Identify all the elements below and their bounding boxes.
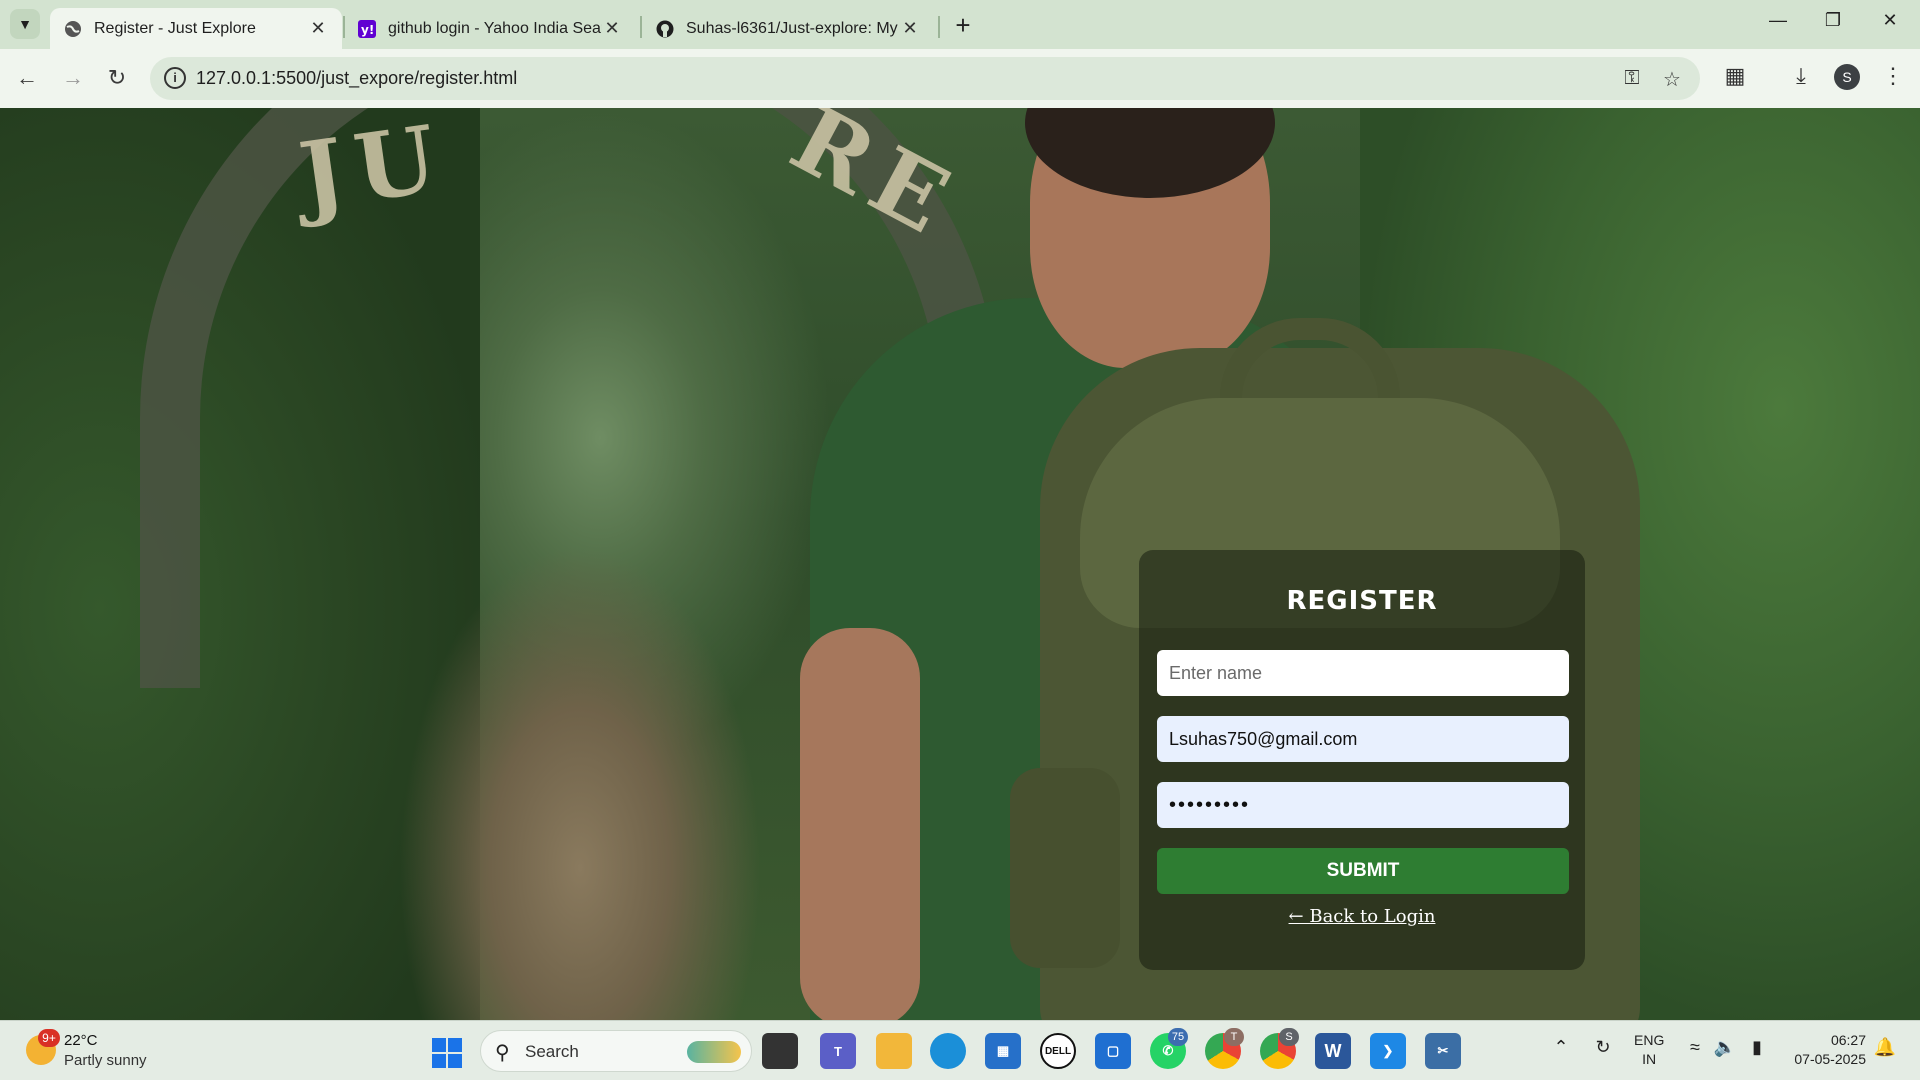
snip-icon[interactable]: ✂ xyxy=(1425,1033,1461,1069)
weather-temperature: 22°C xyxy=(64,1032,98,1049)
page-content: JU RE REGISTER SUBMIT ← Back to Login xyxy=(0,108,1920,1020)
chrome-profile-badge: T xyxy=(1224,1028,1244,1046)
tab-separator xyxy=(938,16,940,38)
taskbar-search[interactable]: ⚲ Search xyxy=(480,1030,752,1072)
chrome-profile-badge: S xyxy=(1279,1028,1299,1046)
volume-icon[interactable]: 🔈 xyxy=(1712,1037,1738,1058)
tab-bar: ▼ Register - Just Explore ✕ y! github lo… xyxy=(0,0,1920,49)
profile-avatar[interactable]: S xyxy=(1834,64,1860,90)
name-input[interactable] xyxy=(1157,650,1569,696)
word-icon[interactable]: W xyxy=(1315,1033,1351,1069)
tab-title: github login - Yahoo India Sear xyxy=(388,19,602,37)
notification-bell-icon[interactable]: 🔔 xyxy=(1872,1037,1898,1058)
weather-description: Partly sunny xyxy=(64,1052,147,1069)
search-icon: ⚲ xyxy=(495,1042,510,1064)
language-indicator[interactable]: ENG IN xyxy=(1634,1031,1664,1069)
forward-button[interactable]: → xyxy=(58,63,88,93)
wifi-icon[interactable]: ≈ xyxy=(1682,1037,1708,1058)
tab-github[interactable]: Suhas-l6361/Just-explore: My n ✕ xyxy=(642,8,934,49)
taskbar: 9+ 22°C Partly sunny ⚲ Search T ▦ DELL ▢… xyxy=(0,1020,1920,1080)
address-url[interactable]: 127.0.0.1:5500/just_expore/register.html xyxy=(196,68,517,89)
new-tab-button[interactable]: + xyxy=(949,10,977,41)
language-code: ENG xyxy=(1634,1032,1665,1048)
close-icon[interactable]: ✕ xyxy=(900,18,920,39)
tab-search-button[interactable]: ▼ xyxy=(10,9,40,39)
site-info-icon[interactable]: i xyxy=(164,67,186,89)
svg-text:y!: y! xyxy=(361,23,374,37)
extensions-icon[interactable]: ▦ xyxy=(1720,63,1750,89)
clock-time: 06:27 xyxy=(1830,1032,1866,1048)
dell-icon[interactable]: DELL xyxy=(1040,1033,1076,1069)
vscode-icon[interactable]: ❯ xyxy=(1370,1033,1406,1069)
form-heading: REGISTER xyxy=(1286,586,1438,616)
close-icon[interactable]: ✕ xyxy=(308,18,328,39)
region-code: IN xyxy=(1642,1051,1657,1067)
chevron-down-icon: ▼ xyxy=(18,16,32,32)
tray-chevron-up-icon[interactable]: ⌃ xyxy=(1548,1037,1574,1058)
tab-yahoo[interactable]: y! github login - Yahoo India Sear ✕ xyxy=(344,8,636,49)
weather-badge: 9+ xyxy=(38,1029,60,1047)
battery-icon[interactable]: ▮ xyxy=(1744,1037,1770,1058)
clock[interactable]: 06:27 07-05-2025 xyxy=(1782,1031,1866,1069)
search-label: Search xyxy=(525,1042,579,1061)
bookmark-star-icon[interactable]: ☆ xyxy=(1660,67,1684,92)
address-bar[interactable]: i 127.0.0.1:5500/just_expore/register.ht… xyxy=(150,57,1700,100)
submit-button[interactable]: SUBMIT xyxy=(1157,848,1569,894)
menu-icon[interactable]: ⋮ xyxy=(1878,63,1908,89)
github-icon xyxy=(656,20,674,38)
close-window-button[interactable]: ✕ xyxy=(1870,10,1910,31)
restore-button[interactable]: ❐ xyxy=(1813,10,1853,31)
reload-button[interactable]: ↻ xyxy=(102,63,132,93)
start-button[interactable] xyxy=(432,1038,462,1068)
password-input[interactable] xyxy=(1157,782,1569,828)
minimize-button[interactable]: — xyxy=(1758,10,1798,31)
tab-title: Register - Just Explore xyxy=(94,19,256,37)
edge-icon[interactable] xyxy=(930,1033,966,1069)
search-highlight-art xyxy=(687,1041,741,1063)
whatsapp-badge: 75 xyxy=(1168,1028,1188,1046)
yahoo-icon: y! xyxy=(358,19,376,38)
browser-toolbar: ← → ↻ i 127.0.0.1:5500/just_expore/regis… xyxy=(0,49,1920,108)
monitor-icon[interactable]: ▢ xyxy=(1095,1033,1131,1069)
email-input[interactable] xyxy=(1157,716,1569,762)
back-button[interactable]: ← xyxy=(12,63,42,93)
globe-icon xyxy=(64,20,82,38)
folder-icon[interactable] xyxy=(876,1033,912,1069)
windows-logo-pane xyxy=(432,1054,446,1068)
reload-icon: ↻ xyxy=(107,65,127,90)
store-icon[interactable]: ▦ xyxy=(985,1033,1021,1069)
windows-logo-pane xyxy=(448,1038,462,1052)
back-to-login-link[interactable]: ← Back to Login xyxy=(1139,906,1585,927)
windows-logo-pane xyxy=(432,1038,446,1052)
arrow-left-icon: ← xyxy=(16,65,38,90)
sync-icon[interactable]: ↻ xyxy=(1590,1037,1616,1058)
close-icon[interactable]: ✕ xyxy=(602,18,622,39)
hiker-arm xyxy=(800,628,920,1020)
tab-title: Suhas-l6361/Just-explore: My n xyxy=(686,19,900,37)
tab-register[interactable]: Register - Just Explore ✕ xyxy=(50,8,342,49)
password-key-icon[interactable]: ⚿ xyxy=(1620,67,1644,90)
backpack-pocket xyxy=(1010,768,1120,968)
teams-icon[interactable]: T xyxy=(820,1033,856,1069)
arrow-right-icon: → xyxy=(62,65,84,90)
download-icon[interactable]: ⤓ xyxy=(1786,63,1816,89)
windows-logo-pane xyxy=(448,1054,462,1068)
taskview-icon[interactable] xyxy=(762,1033,798,1069)
arch-lettering-left: JU xyxy=(293,108,455,231)
register-form: REGISTER SUBMIT ← Back to Login xyxy=(1139,550,1585,970)
clock-date: 07-05-2025 xyxy=(1794,1051,1866,1067)
